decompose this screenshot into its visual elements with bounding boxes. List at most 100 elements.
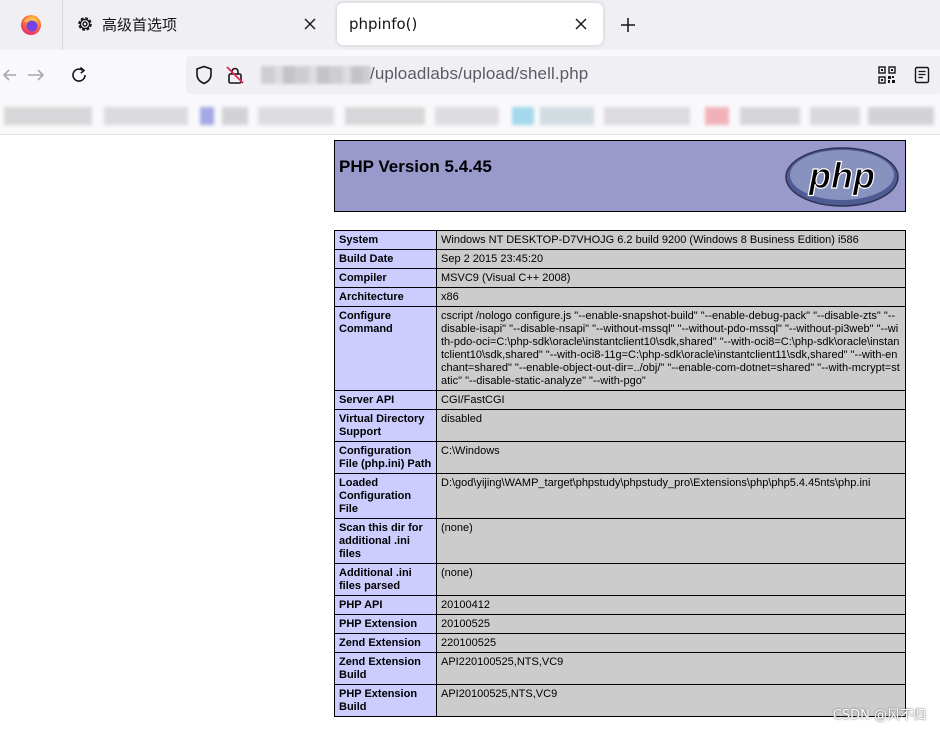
info-row: PHP Extension Build API20100525,NTS,VC9	[334, 684, 906, 717]
php-info-table: System Windows NT DESKTOP-D7VHOJG 6.2 bui…	[334, 230, 906, 717]
php-version-title: PHP Version 5.4.45	[339, 157, 492, 176]
info-key: PHP Extension	[334, 614, 437, 634]
watermark: CSDN @风不归	[832, 708, 926, 723]
arrow-right-icon	[28, 69, 45, 81]
info-key: Server API	[334, 390, 437, 410]
info-value: CGI/FastCGI	[436, 390, 906, 410]
tab-strip: 高级首选项 phpinfo()	[0, 0, 940, 50]
info-key: Additional .ini files parsed	[334, 563, 437, 596]
info-row: PHP Extension 20100525	[334, 614, 906, 634]
shield-icon	[196, 65, 212, 85]
info-row: Compiler MSVC9 (Visual C++ 2008)	[334, 268, 906, 288]
tab-phpinfo[interactable]: phpinfo()	[337, 3, 603, 45]
address-bar[interactable]: /uploadlabs/upload/shell.php	[186, 56, 940, 94]
close-tab-button[interactable]	[298, 12, 322, 36]
info-row: PHP API 20100412	[334, 595, 906, 615]
bookmark-item[interactable]	[740, 107, 800, 125]
info-key: Loaded Configuration File	[334, 473, 437, 519]
connection-info-button[interactable]	[224, 64, 246, 86]
tab-title: 高级首选项	[102, 15, 178, 34]
info-value: (none)	[436, 563, 906, 596]
info-row: Configure Command cscript /nologo configu…	[334, 306, 906, 391]
php-logo-icon: php	[785, 147, 899, 207]
info-key: PHP Extension Build	[334, 684, 437, 717]
info-key: Scan this dir for additional .ini files	[334, 518, 437, 564]
bookmark-item[interactable]	[4, 107, 92, 125]
bookmark-item[interactable]	[868, 107, 934, 125]
qr-code-icon	[878, 66, 896, 84]
close-icon	[304, 18, 316, 30]
qr-code-button[interactable]	[876, 64, 898, 86]
bookmark-item[interactable]	[104, 107, 188, 125]
info-row: Loaded Configuration File D:\god\yijing\W…	[334, 473, 906, 519]
bookmarks-toolbar	[0, 100, 940, 135]
info-key: PHP API	[334, 595, 437, 615]
info-value: (none)	[436, 518, 906, 564]
info-value: x86	[436, 287, 906, 307]
close-tab-button[interactable]	[569, 12, 593, 36]
plus-icon	[621, 18, 635, 32]
info-value: 20100525	[436, 614, 906, 634]
bookmark-item[interactable]	[810, 107, 860, 125]
bookmark-item[interactable]	[345, 107, 425, 125]
bookmark-favicon-icon	[705, 107, 729, 125]
info-value: Windows NT DESKTOP-D7VHOJG 6.2 build 920…	[436, 230, 906, 250]
reload-icon	[72, 66, 86, 82]
info-row: Zend Extension 220100525	[334, 633, 906, 653]
forward-button[interactable]	[21, 61, 51, 89]
info-key: Configure Command	[334, 306, 437, 391]
arrow-left-icon	[2, 69, 16, 81]
info-row: Server API CGI/FastCGI	[334, 390, 906, 410]
info-value: cscript /nologo configure.js "--enable-s…	[436, 306, 906, 391]
info-value: Sep 2 2015 23:45:20	[436, 249, 906, 269]
info-row: Virtual Directory Support disabled	[334, 409, 906, 442]
close-icon	[575, 18, 587, 30]
php-version-header: PHP Version 5.4.45 php	[334, 140, 906, 212]
info-value: MSVC9 (Visual C++ 2008)	[436, 268, 906, 288]
info-value: disabled	[436, 409, 906, 442]
php-logo-text: php	[808, 155, 875, 196]
reader-view-icon	[914, 66, 930, 84]
info-value: 20100412	[436, 595, 906, 615]
tab-advanced-preferences[interactable]: 高级首选项	[66, 3, 332, 45]
insecure-lock-icon	[226, 66, 244, 84]
info-key: Compiler	[334, 268, 437, 288]
reader-view-button[interactable]	[911, 64, 933, 86]
bookmark-item[interactable]	[604, 107, 690, 125]
url-text: /uploadlabs/upload/shell.php	[370, 64, 589, 83]
info-key: Virtual Directory Support	[334, 409, 437, 442]
info-key: Architecture	[334, 287, 437, 307]
bookmark-item[interactable]	[435, 107, 499, 125]
info-key: Configuration File (php.ini) Path	[334, 441, 437, 474]
info-key: Zend Extension	[334, 633, 437, 653]
info-value: 220100525	[436, 633, 906, 653]
reload-button[interactable]	[64, 61, 94, 89]
info-row: Architecture x86	[334, 287, 906, 307]
info-row: Additional .ini files parsed (none)	[334, 563, 906, 596]
info-row: Scan this dir for additional .ini files(…	[334, 518, 906, 564]
firefox-view-button[interactable]	[0, 0, 62, 50]
info-value: API220100525,NTS,VC9	[436, 652, 906, 685]
navigation-bar: /uploadlabs/upload/shell.php	[0, 50, 940, 100]
info-row: Build Date Sep 2 2015 23:45:20	[334, 249, 906, 269]
info-row: Zend Extension Build API220100525,NTS,VC9	[334, 652, 906, 685]
bookmark-item[interactable]	[258, 107, 334, 125]
tracking-protection-button[interactable]	[193, 64, 215, 86]
info-value: C:\Windows	[436, 441, 906, 474]
info-key: System	[334, 230, 437, 250]
info-row: System Windows NT DESKTOP-D7VHOJG 6.2 bui…	[334, 230, 906, 250]
gear-icon	[78, 17, 92, 31]
info-value: D:\god\yijing\WAMP_target\phpstudy\phpst…	[436, 473, 906, 519]
bookmark-favicon-icon	[200, 107, 214, 125]
bookmark-item[interactable]	[540, 107, 594, 125]
tab-title: phpinfo()	[349, 15, 418, 33]
info-key: Zend Extension Build	[334, 652, 437, 685]
blurred-host	[261, 66, 371, 84]
tab-divider	[62, 0, 63, 50]
firefox-icon	[21, 15, 41, 35]
info-row: Configuration File (php.ini) Path C:\Wind…	[334, 441, 906, 474]
bookmark-favicon-icon	[512, 107, 534, 125]
bookmark-item[interactable]	[222, 107, 248, 125]
new-tab-button[interactable]	[612, 10, 644, 40]
info-key: Build Date	[334, 249, 437, 269]
